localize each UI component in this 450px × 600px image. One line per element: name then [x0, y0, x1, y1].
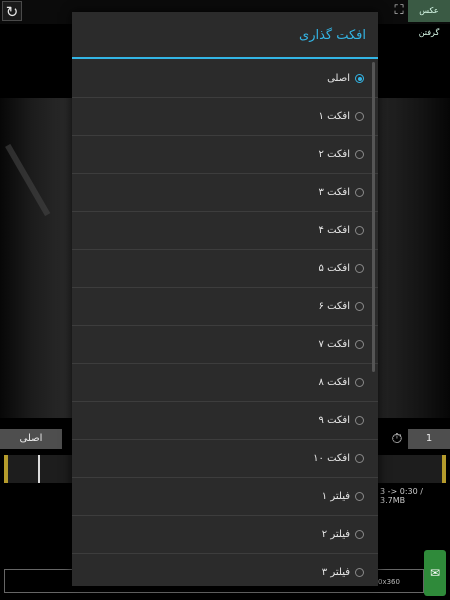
effect-option-label: افکت ۲ [318, 149, 350, 160]
effect-option-label: افکت ۳ [318, 187, 350, 198]
count-button[interactable]: 1 [408, 429, 450, 449]
effect-options-list: اصلی افکت ۱ افکت ۲ افکت ۳ افکت ۴ افکت ۵ افکت ۶… [72, 60, 378, 586]
camera-preview-right [378, 98, 450, 418]
effect-option-label: اصلی [327, 73, 350, 84]
original-effect-button[interactable]: اصلی [0, 429, 62, 449]
radio-button-icon[interactable] [355, 150, 364, 159]
effect-option[interactable]: فیلتر ۱ [72, 478, 378, 516]
effect-dialog: افکت گذاری اصلی افکت ۱ افکت ۲ افکت ۳ افکت ۴ا… [72, 12, 378, 586]
effect-option[interactable]: افکت ۳ [72, 174, 378, 212]
effect-option[interactable]: افکت ۸ [72, 364, 378, 402]
dialog-title: افکت گذاری [299, 28, 366, 43]
effect-option-label: فیلتر ۱ [321, 491, 350, 502]
dialog-title-divider [72, 57, 378, 59]
trim-thumbnail-left[interactable] [4, 455, 72, 483]
effect-option[interactable]: فیلتر ۲ [72, 516, 378, 554]
effect-option-label: افکت ۸ [318, 377, 350, 388]
effect-option-label: افکت ۱ [318, 111, 350, 122]
effect-option-label: افکت ۶ [318, 301, 350, 312]
radio-button-icon[interactable] [355, 568, 364, 577]
effect-option[interactable]: افکت ۶ [72, 288, 378, 326]
resolution-text: 0x360 [378, 578, 400, 586]
radio-button-icon[interactable] [355, 340, 364, 349]
dialog-scrollbar[interactable] [372, 62, 375, 372]
effect-option[interactable]: افکت ۵ [72, 250, 378, 288]
radio-button-icon[interactable] [355, 530, 364, 539]
effect-option-label: افکت ۵ [318, 263, 350, 274]
timer-icon[interactable]: ⏱ [389, 431, 405, 447]
radio-button-icon[interactable] [355, 378, 364, 387]
effect-option[interactable]: فیلتر ۳ [72, 554, 378, 586]
duration-size-text: 3 -> 0:30 / 3.7MB [380, 487, 423, 505]
effect-option[interactable]: افکت ۴ [72, 212, 378, 250]
effect-option[interactable]: افکت ۹ [72, 402, 378, 440]
take-photo-button[interactable]: عکس گرفتن [408, 0, 450, 37]
effect-option-label: افکت ۹ [318, 415, 350, 426]
radio-button-icon[interactable] [355, 74, 364, 83]
effect-option-label: افکت ۴ [318, 225, 350, 236]
playhead-marker[interactable] [38, 455, 40, 483]
radio-button-icon[interactable] [355, 264, 364, 273]
effect-option-label: افکت ۷ [318, 339, 350, 350]
radio-button-icon[interactable] [355, 188, 364, 197]
effect-option-label: فیلتر ۳ [321, 567, 350, 578]
refresh-icon[interactable]: ↻ [2, 1, 22, 21]
radio-button-icon[interactable] [355, 416, 364, 425]
radio-button-icon[interactable] [355, 454, 364, 463]
effect-option-label: فیلتر ۲ [321, 529, 350, 540]
effect-option[interactable]: افکت ۷ [72, 326, 378, 364]
radio-button-icon[interactable] [355, 492, 364, 501]
effect-option[interactable]: افکت ۲ [72, 136, 378, 174]
radio-button-icon[interactable] [355, 112, 364, 121]
app-logo-icon: ✉ [424, 550, 446, 596]
effect-option[interactable]: افکت ۱۰ [72, 440, 378, 478]
radio-button-icon[interactable] [355, 226, 364, 235]
effect-option-label: افکت ۱۰ [313, 453, 350, 464]
effect-option[interactable]: افکت ۱ [72, 98, 378, 136]
radio-button-icon[interactable] [355, 302, 364, 311]
trim-thumbnail-right[interactable] [378, 455, 446, 483]
fullscreen-icon[interactable]: ⛶ [391, 3, 407, 19]
effect-option[interactable]: اصلی [72, 60, 378, 98]
